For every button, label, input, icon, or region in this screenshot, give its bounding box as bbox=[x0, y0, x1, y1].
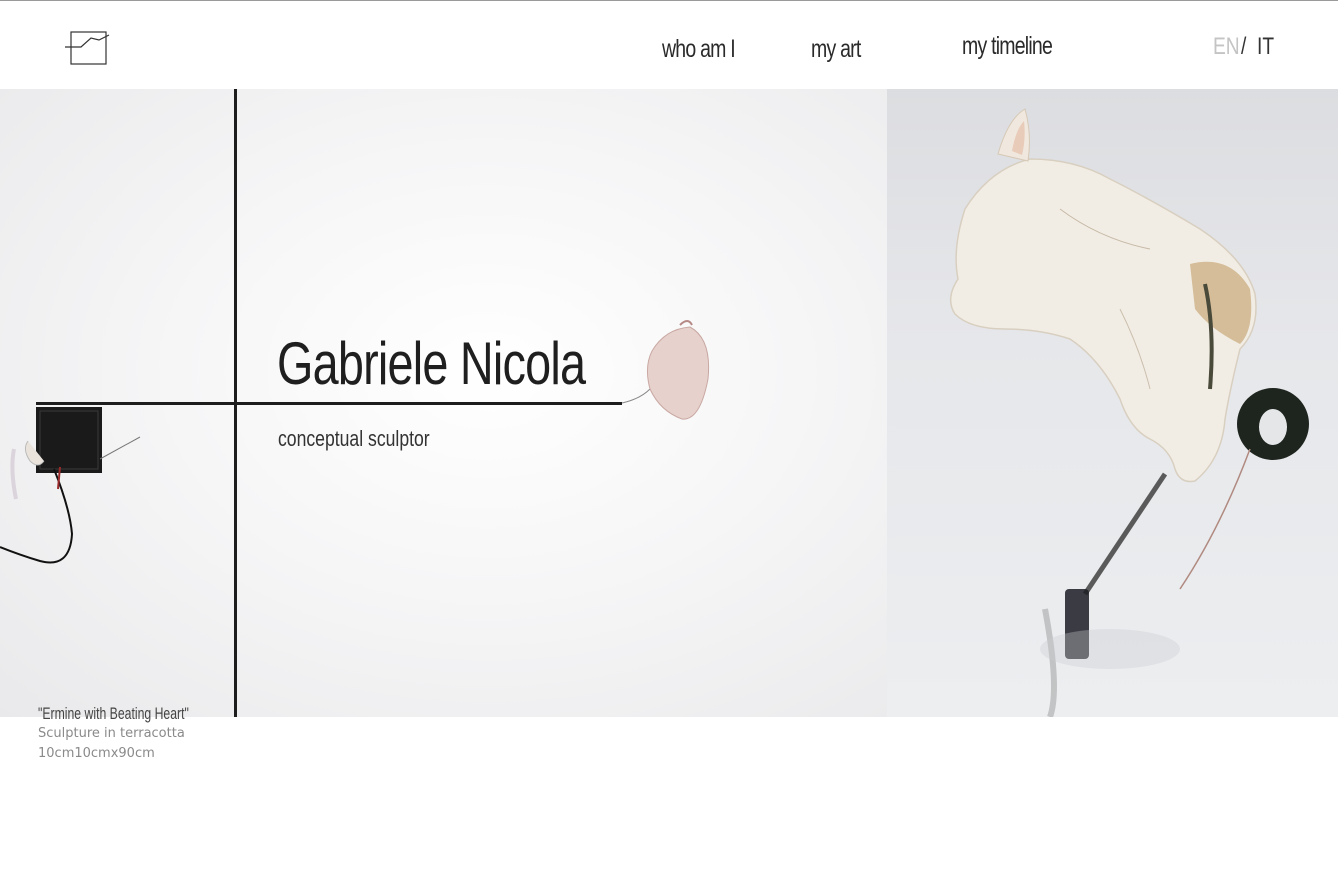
artist-subtitle: conceptual sculptor bbox=[278, 426, 430, 451]
nav-my-art[interactable]: my art bbox=[811, 35, 861, 64]
artwork-title: "Ermine with Beating Heart" bbox=[38, 704, 189, 723]
logo-icon[interactable] bbox=[64, 29, 110, 65]
artwork-medium: Sculpture in terracotta bbox=[38, 726, 185, 741]
nav-my-timeline[interactable]: my timeline bbox=[962, 32, 1053, 61]
artwork-caption: "Ermine with Beating Heart" Sculpture in… bbox=[38, 704, 248, 764]
artist-name-heading: Gabriele Nicola bbox=[277, 330, 586, 397]
nav-who-am-i[interactable]: who am I bbox=[662, 35, 736, 64]
lang-separator: / bbox=[1241, 33, 1247, 60]
artwork-dimensions: 10cm10cmx90cm bbox=[38, 746, 155, 761]
site-header: who am I my art my timeline EN / IT bbox=[0, 1, 1338, 89]
lang-it-link[interactable]: IT bbox=[1257, 33, 1274, 61]
hero-section: Gabriele Nicola conceptual sculptor bbox=[0, 89, 1338, 717]
lang-en-link[interactable]: EN bbox=[1213, 33, 1240, 61]
sculpture-artwork bbox=[0, 89, 1309, 717]
